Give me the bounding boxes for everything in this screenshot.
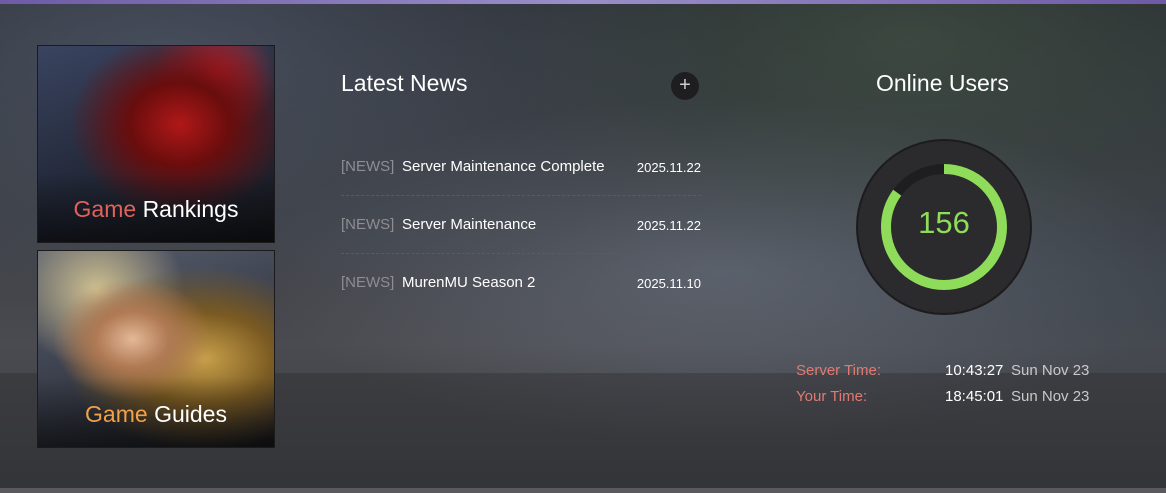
news-tag: [NEWS] xyxy=(341,216,395,233)
online-users-count: 156 xyxy=(918,205,970,240)
game-guides-card[interactable]: Game Guides xyxy=(37,250,275,448)
guides-title-label: Guides xyxy=(154,401,227,427)
server-time-clock: 10:43:27 xyxy=(945,362,1004,379)
news-title[interactable]: Server Maintenance xyxy=(402,216,536,233)
game-rankings-card[interactable]: Game Rankings xyxy=(37,45,275,243)
rankings-title-accent: Game xyxy=(73,196,137,222)
news-more-plus-icon[interactable]: + xyxy=(671,72,699,100)
news-tag: [NEWS] xyxy=(341,274,395,291)
game-rankings-title: Game Rankings xyxy=(38,196,274,223)
guides-title-accent: Game xyxy=(85,401,148,427)
latest-news-heading: Latest News xyxy=(341,70,468,96)
news-title[interactable]: Server Maintenance Complete xyxy=(402,158,605,175)
news-list: [NEWS] Server Maintenance Complete 2025.… xyxy=(341,138,701,311)
your-time-day: Sun Nov 23 xyxy=(1011,388,1090,405)
rankings-title-label: Rankings xyxy=(142,196,239,222)
server-time-label: Server Time: xyxy=(796,362,882,379)
server-time-day: Sun Nov 23 xyxy=(1011,362,1090,379)
news-date: 2025.11.10 xyxy=(636,276,701,291)
online-users-heading: Online Users xyxy=(876,70,1009,96)
your-time-clock: 18:45:01 xyxy=(945,388,1004,405)
news-item[interactable]: [NEWS] Server Maintenance 2025.11.22 xyxy=(341,196,701,254)
game-guides-title: Game Guides xyxy=(38,401,274,428)
your-time-label: Your Time: xyxy=(796,388,868,405)
news-date: 2025.11.22 xyxy=(636,160,701,175)
news-title[interactable]: MurenMU Season 2 xyxy=(402,274,535,291)
server-time-row: Server Time: 10:43:27 Sun Nov 23 xyxy=(796,362,1096,382)
top-accent-line xyxy=(0,0,1166,4)
bottom-border xyxy=(0,488,1166,493)
news-date: 2025.11.22 xyxy=(636,218,701,233)
news-item[interactable]: [NEWS] MurenMU Season 2 2025.11.10 xyxy=(341,254,701,311)
your-time-row: Your Time: 18:45:01 Sun Nov 23 xyxy=(796,388,1096,408)
news-tag: [NEWS] xyxy=(341,158,395,175)
news-item[interactable]: [NEWS] Server Maintenance Complete 2025.… xyxy=(341,138,701,196)
